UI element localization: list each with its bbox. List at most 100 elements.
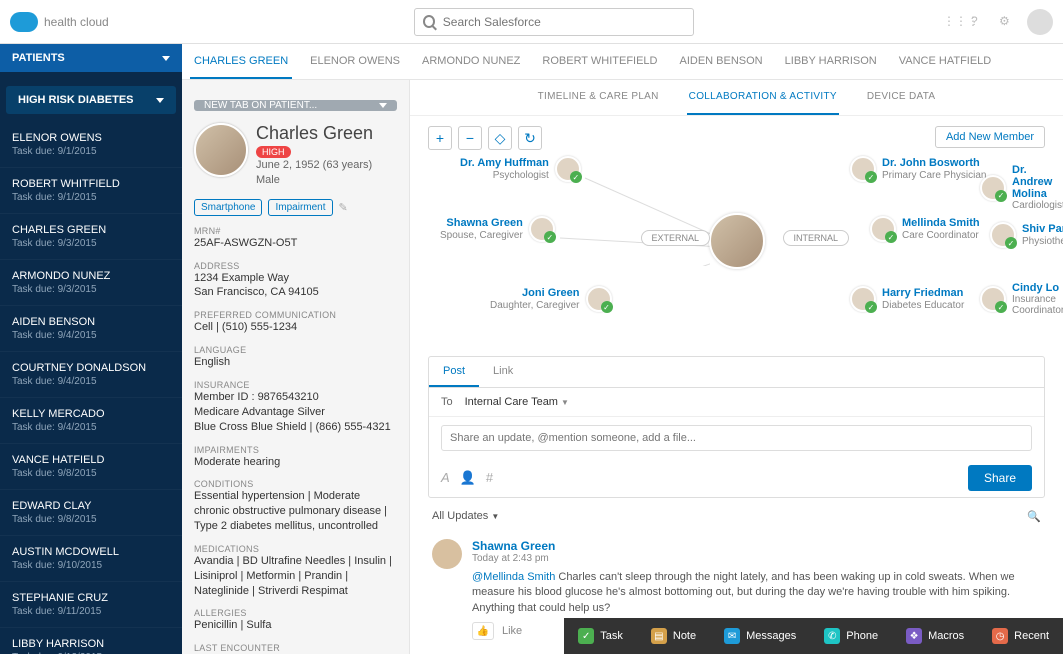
- utility-item-note[interactable]: ▤Note: [637, 618, 710, 654]
- utility-item-messages[interactable]: ✉Messages: [710, 618, 810, 654]
- graph-refresh-button[interactable]: ↻: [518, 126, 542, 150]
- node-avatar: [529, 216, 555, 242]
- sidebar-header[interactable]: PATIENTS: [0, 44, 182, 72]
- add-new-member-button[interactable]: Add New Member: [935, 126, 1045, 148]
- help-icon[interactable]: ?: [971, 14, 987, 30]
- patient-avatar: [194, 123, 248, 177]
- sidebar-patient-item[interactable]: LIBBY HARRISONTask due: 9/12/2015: [0, 628, 182, 654]
- label-medications: MEDICATIONS: [194, 544, 397, 554]
- subtab-timeline[interactable]: TIMELINE & CARE PLAN: [536, 80, 661, 115]
- patient-item-due: Task due: 9/4/2015: [12, 376, 170, 387]
- care-team-node[interactable]: Mellinda SmithCare Coordinator: [870, 216, 980, 242]
- value-allergies: Penicillin | Sulfa: [194, 618, 397, 633]
- sidebar-patient-item[interactable]: VANCE HATFIELDTask due: 9/8/2015: [0, 444, 182, 490]
- patient-tab[interactable]: ROBERT WHITEFIELD: [538, 45, 661, 79]
- patient-tab[interactable]: ARMONDO NUNEZ: [418, 45, 524, 79]
- sidebar-patient-item[interactable]: ROBERT WHITFIELDTask due: 9/1/2015: [0, 168, 182, 214]
- graph-add-button[interactable]: +: [428, 126, 452, 150]
- post-author[interactable]: Shawna Green: [472, 539, 1041, 553]
- mention-person-icon[interactable]: 👤: [460, 470, 476, 486]
- sidebar-filter-label: HIGH RISK DIABETES: [18, 94, 134, 106]
- patient-item-name: LIBBY HARRISON: [12, 638, 170, 650]
- internal-label: INTERNAL: [783, 230, 850, 246]
- compose-to-value[interactable]: Internal Care Team ▼: [465, 396, 569, 408]
- sidebar-patient-item[interactable]: AIDEN BENSONTask due: 9/4/2015: [0, 306, 182, 352]
- care-team-node[interactable]: Dr. Andrew MolinaCardiologist: [980, 164, 1063, 211]
- like-label[interactable]: Like: [502, 625, 522, 637]
- patients-sidebar: PATIENTS HIGH RISK DIABETES ELENOR OWENS…: [0, 44, 182, 654]
- sidebar-patient-item[interactable]: CHARLES GREENTask due: 9/3/2015: [0, 214, 182, 260]
- care-team-node[interactable]: Dr. John BosworthPrimary Care Physician: [850, 156, 986, 182]
- subtab-collaboration[interactable]: COLLABORATION & ACTIVITY: [687, 80, 839, 115]
- patient-tab[interactable]: ELENOR OWENS: [306, 45, 404, 79]
- edit-icon[interactable]: ✎: [339, 201, 348, 214]
- sidebar-filter[interactable]: HIGH RISK DIABETES: [6, 86, 176, 114]
- label-lang: LANGUAGE: [194, 345, 397, 355]
- graph-remove-button[interactable]: −: [458, 126, 482, 150]
- care-team-node[interactable]: Shawna GreenSpouse, Caregiver: [440, 216, 555, 242]
- value-insurance: Member ID : 9876543210 Medicare Advantag…: [194, 390, 397, 435]
- patient-tab[interactable]: AIDEN BENSON: [676, 45, 767, 79]
- node-role: Diabetes Educator: [882, 300, 964, 311]
- share-button[interactable]: Share: [968, 465, 1032, 491]
- patient-item-name: AUSTIN MCDOWELL: [12, 546, 170, 558]
- node-avatar: [586, 286, 612, 312]
- tag-impairment[interactable]: Impairment: [268, 199, 332, 216]
- patient-item-name: ROBERT WHITFIELD: [12, 178, 170, 190]
- patient-tab[interactable]: CHARLES GREEN: [190, 45, 292, 79]
- sidebar-patient-item[interactable]: STEPHANIE CRUZTask due: 9/11/2015: [0, 582, 182, 628]
- node-name: Shiv Pande: [1022, 223, 1063, 235]
- care-team-node[interactable]: Cindy LoInsurance Coordinator: [980, 282, 1063, 316]
- sidebar-patient-item[interactable]: ARMONDO NUNEZTask due: 9/3/2015: [0, 260, 182, 306]
- subtab-device-data[interactable]: DEVICE DATA: [865, 80, 938, 115]
- user-avatar[interactable]: [1027, 9, 1053, 35]
- compose-tab-post[interactable]: Post: [429, 357, 479, 387]
- node-name: Dr. John Bosworth: [882, 157, 986, 169]
- node-name: Shawna Green: [440, 217, 523, 229]
- sidebar-patient-item[interactable]: KELLY MERCADOTask due: 9/4/2015: [0, 398, 182, 444]
- feed-filter[interactable]: All Updates ▼: [432, 510, 499, 523]
- brand-logo: health cloud: [10, 12, 200, 32]
- value-mrn: 25AF-ASWGZN-O5T: [194, 236, 397, 251]
- settings-gear-icon[interactable]: ⚙: [999, 14, 1015, 30]
- like-thumb-icon[interactable]: 👍: [472, 622, 494, 640]
- patient-item-due: Task due: 9/4/2015: [12, 330, 170, 341]
- format-text-icon[interactable]: A: [441, 470, 450, 486]
- care-team-node[interactable]: Joni GreenDaughter, Caregiver: [490, 286, 612, 312]
- utility-item-macros[interactable]: ❖Macros: [892, 618, 978, 654]
- patient-item-name: STEPHANIE CRUZ: [12, 592, 170, 604]
- hashtag-icon[interactable]: #: [486, 470, 493, 486]
- search-input[interactable]: [443, 15, 685, 29]
- label-address: ADDRESS: [194, 261, 397, 271]
- utility-item-task[interactable]: ✓Task: [564, 618, 637, 654]
- node-avatar: [850, 156, 876, 182]
- sidebar-patient-item[interactable]: AUSTIN MCDOWELLTask due: 9/10/2015: [0, 536, 182, 582]
- new-tab-button[interactable]: NEW TAB ON PATIENT...: [194, 100, 397, 111]
- phone-icon: ✆: [824, 628, 840, 644]
- apps-icon[interactable]: ⋮⋮⋮: [943, 14, 959, 30]
- feed-search-icon[interactable]: 🔍: [1027, 510, 1041, 523]
- tag-smartphone[interactable]: Smartphone: [194, 199, 262, 216]
- compose-tab-link[interactable]: Link: [479, 357, 527, 387]
- care-team-node[interactable]: Harry FriedmanDiabetes Educator: [850, 286, 964, 312]
- global-search[interactable]: [414, 8, 694, 36]
- sidebar-patient-item[interactable]: EDWARD CLAYTask due: 9/8/2015: [0, 490, 182, 536]
- node-name: Joni Green: [490, 287, 580, 299]
- utility-item-recent[interactable]: ◷Recent: [978, 618, 1063, 654]
- utility-label: Note: [673, 630, 696, 642]
- post-mention[interactable]: @Mellinda Smith: [472, 571, 555, 583]
- care-team-node[interactable]: Shiv PandePhysiotherapist: [990, 222, 1063, 248]
- utility-item-phone[interactable]: ✆Phone: [810, 618, 892, 654]
- sidebar-patient-item[interactable]: COURTNEY DONALDSONTask due: 9/4/2015: [0, 352, 182, 398]
- patient-item-name: VANCE HATFIELD: [12, 454, 170, 466]
- graph-center-avatar[interactable]: [709, 213, 765, 269]
- care-team-node[interactable]: Dr. Amy HuffmanPsychologist: [460, 156, 581, 182]
- patient-tab[interactable]: LIBBY HARRISON: [781, 45, 881, 79]
- compose-input[interactable]: [441, 425, 1032, 451]
- patient-item-due: Task due: 9/8/2015: [12, 514, 170, 525]
- sidebar-patient-item[interactable]: ELENOR OWENSTask due: 9/1/2015: [0, 122, 182, 168]
- patient-tab[interactable]: VANCE HATFIELD: [895, 45, 996, 79]
- graph-expand-button[interactable]: ◇: [488, 126, 512, 150]
- post-avatar[interactable]: [432, 539, 462, 569]
- patient-detail-column: NEW TAB ON PATIENT... Charles Green HIGH…: [182, 80, 410, 654]
